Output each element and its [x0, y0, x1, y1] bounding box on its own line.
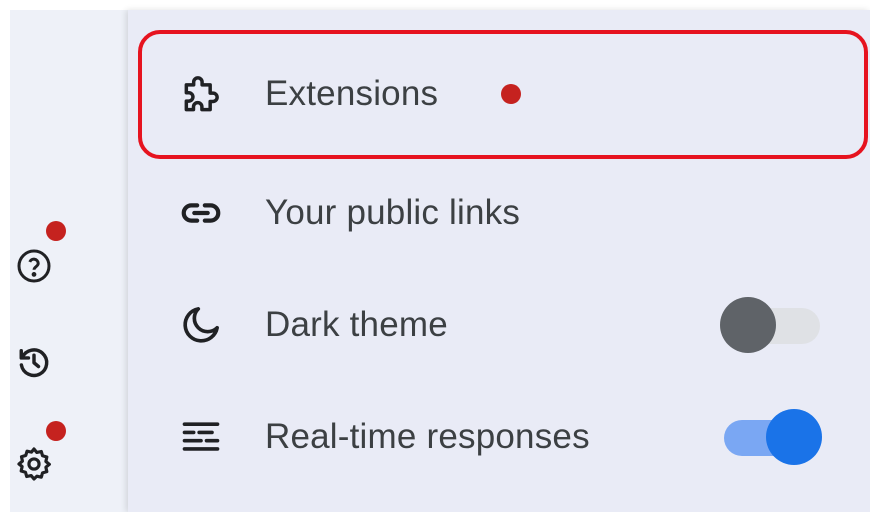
real-time-responses-toggle[interactable] [720, 407, 824, 467]
menu-item-label: Dark theme [265, 305, 448, 344]
menu-item-extensions[interactable]: Extensions [128, 38, 870, 150]
menu-item-public-links[interactable]: Your public links [128, 157, 870, 269]
menu-item-dark-theme[interactable]: Dark theme [128, 269, 870, 381]
dark-theme-toggle[interactable] [720, 295, 824, 355]
help-notification-dot [46, 221, 66, 241]
settings-button[interactable] [14, 444, 54, 484]
sidebar [10, 10, 128, 512]
help-button[interactable] [14, 246, 54, 286]
moon-icon [176, 300, 226, 350]
extensions-notification-dot [501, 84, 521, 104]
puzzle-icon [176, 69, 226, 119]
menu-item-real-time-responses[interactable]: Real-time responses [128, 381, 870, 493]
settings-notification-dot [46, 421, 66, 441]
menu-item-label: Your public links [265, 193, 521, 232]
help-icon [17, 249, 51, 283]
menu-item-label: Extensions [265, 74, 439, 113]
settings-menu: Extensions Your public links Dark theme [128, 10, 870, 512]
menu-item-label: Real-time responses [265, 417, 590, 456]
toggle-thumb [766, 409, 822, 465]
history-button[interactable] [14, 342, 54, 382]
settings-icon [17, 447, 51, 481]
history-icon [19, 348, 49, 378]
realtime-icon [176, 412, 226, 462]
link-icon [176, 188, 226, 238]
toggle-thumb [720, 297, 776, 353]
